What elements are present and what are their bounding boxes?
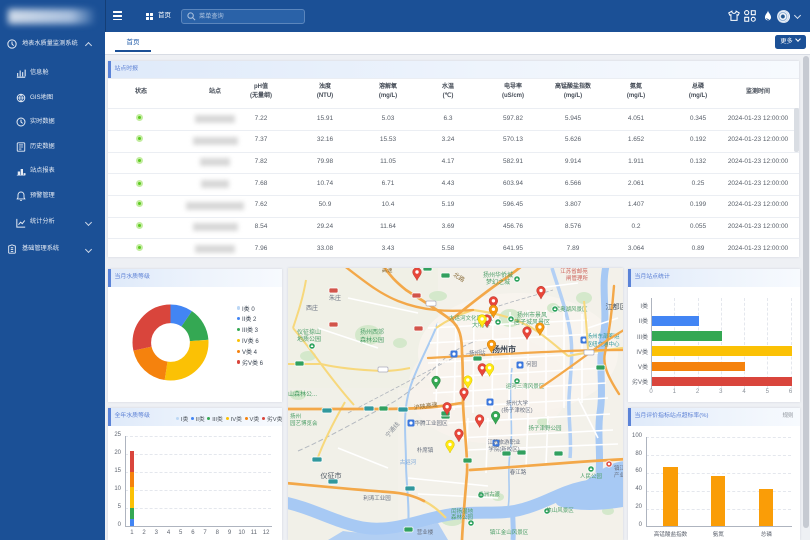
svg-text:江苏旅游职业: 江苏旅游职业 (487, 438, 521, 446)
svg-text:瓜洲古渡: 瓜洲古渡 (478, 490, 501, 498)
svg-text:山森林公...: 山森林公... (288, 390, 317, 398)
svg-text:闰扬湿地: 闰扬湿地 (451, 507, 474, 515)
svg-text:扬州: 扬州 (290, 412, 301, 420)
svg-text:春江路: 春江路 (510, 468, 527, 476)
svg-text:镇江新乡: 镇江新乡 (614, 464, 623, 472)
svg-text:西庄: 西庄 (306, 304, 318, 312)
svg-text:仪征市: 仪征市 (321, 471, 342, 480)
svg-text:利涛工业园: 利涛工业园 (363, 494, 391, 502)
svg-text:地质公园: 地质公园 (297, 335, 321, 343)
svg-text:扬州华侨城: 扬州华侨城 (483, 271, 513, 279)
svg-text:扬州市景风: 扬州市景风 (517, 311, 547, 319)
svg-text:古运河: 古运河 (400, 458, 417, 466)
svg-text:营业楼: 营业楼 (417, 528, 434, 536)
svg-text:产业园区: 产业园区 (614, 471, 623, 479)
svg-text:高速: 高速 (381, 268, 393, 274)
svg-text:焦山风景区: 焦山风景区 (546, 506, 574, 514)
svg-text:森林公园: 森林公园 (451, 513, 474, 521)
svg-text:人民公园: 人民公园 (580, 473, 603, 480)
svg-text:华腾工业园区: 华腾工业园区 (414, 419, 448, 427)
svg-text:扬州西郊: 扬州西郊 (360, 328, 384, 336)
svg-text:朴席镇: 朴席镇 (417, 446, 434, 454)
svg-text:何园: 何园 (526, 360, 538, 368)
svg-text:(扬子津校区): (扬子津校区) (501, 406, 532, 414)
svg-text:紫奥湖风景区: 紫奥湖风景区 (554, 305, 588, 313)
svg-text:运河三湾风景区: 运河三湾风景区 (506, 382, 545, 390)
svg-text:扬州大学: 扬州大学 (506, 399, 529, 407)
svg-text:园艺博览会: 园艺博览会 (290, 419, 318, 427)
svg-text:扬子津野公园: 扬子津野公园 (528, 424, 562, 432)
svg-text:镇江金山风景区: 镇江金山风景区 (490, 528, 529, 536)
svg-text:仪征捺山: 仪征捺山 (297, 328, 321, 336)
svg-text:闸管理所: 闸管理所 (566, 274, 589, 282)
svg-text:朱庄: 朱庄 (329, 294, 341, 302)
svg-text:江苏省邮苑: 江苏省邮苑 (560, 268, 588, 275)
svg-text:扬州站: 扬州站 (469, 349, 486, 357)
svg-text:江都区: 江都区 (606, 303, 624, 311)
svg-text:森林公园: 森林公园 (360, 336, 384, 344)
svg-text:梦幻之城: 梦幻之城 (486, 278, 510, 286)
svg-text:唐子城风景区: 唐子城风景区 (514, 318, 550, 326)
